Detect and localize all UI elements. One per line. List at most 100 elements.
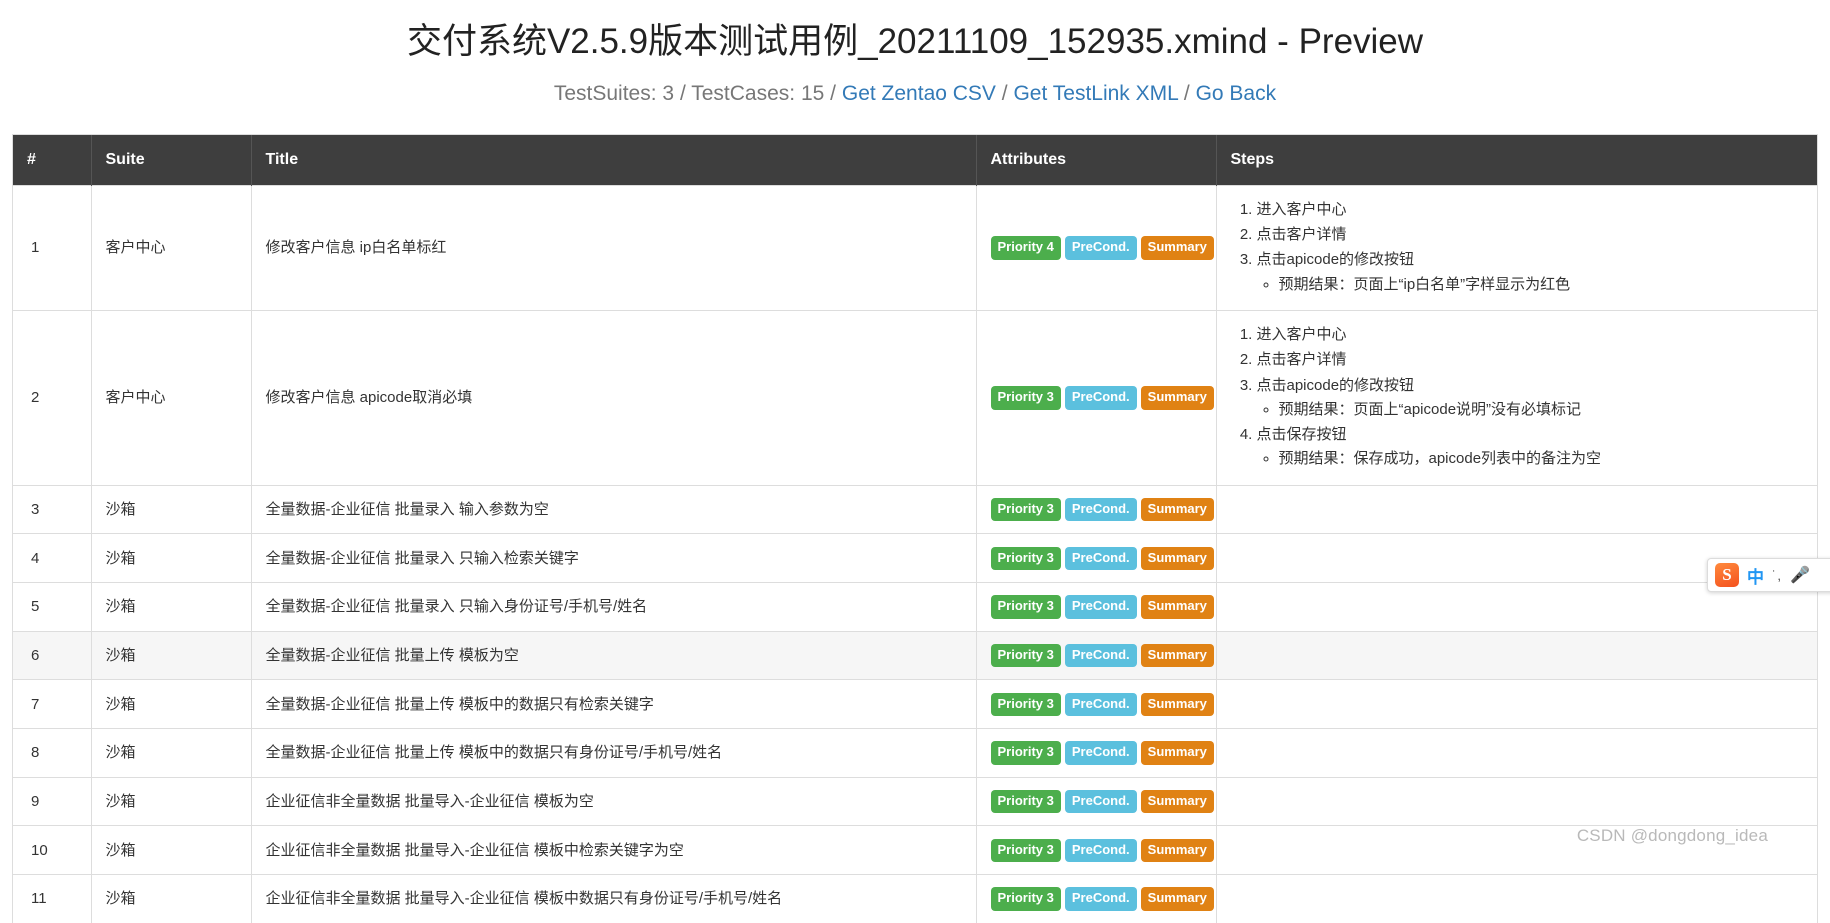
precondition-badge[interactable]: PreCond. [1064,790,1137,814]
get-zentao-csv-link[interactable]: Get Zentao CSV [842,82,996,105]
cell-attributes: Priority 3 PreCond. Summary [976,484,1218,534]
separator-4: / [1183,81,1190,105]
expected-result-item: 预期结果：保存成功，apicode列表中的备注为空 [1279,447,1804,471]
priority-badge[interactable]: Priority 3 [990,741,1061,765]
table-header-row: # Suite Title Attributes Steps [13,134,1817,186]
cell-suite: 客户中心 [91,184,252,311]
summary-badge[interactable]: Summary [1140,887,1214,911]
priority-badge[interactable]: Priority 4 [990,236,1061,260]
cell-title: 企业征信非全量数据 批量导入-企业征信 模板中数据只有身份证号/手机号/姓名 [251,874,977,923]
precondition-badge[interactable]: PreCond. [1064,498,1137,522]
step-text: 点击保存按钮 [1256,426,1347,444]
expected-result-item: 预期结果：页面上“ip白名单”字样显示为红色 [1279,273,1804,297]
cell-steps: 进入客户中心点击客户详情点击apicode的修改按钮预期结果：页面上“ip白名单… [1216,184,1817,311]
cell-attributes: Priority 3 PreCond. Summary [976,630,1217,680]
column-header-steps: Steps [1216,134,1817,186]
cell-index: 11 [13,874,92,923]
summary-badge[interactable]: Summary [1140,692,1214,717]
cell-index: 6 [13,630,92,680]
precondition-badge[interactable]: PreCond. [1064,595,1137,619]
column-header-suite: Suite [91,134,252,186]
priority-badge[interactable]: Priority 3 [990,386,1061,410]
microphone-icon[interactable]: 🎤 [1790,565,1810,585]
cell-index: 1 [13,184,92,311]
summary-badge[interactable]: Summary [1140,790,1214,814]
cell-title: 修改客户信息 apicode取消必填 [251,309,977,486]
badge-group: Priority 3 PreCond. Summary [990,595,1218,619]
cell-suite: 客户中心 [91,309,252,486]
get-testlink-xml-link[interactable]: Get TestLink XML [1013,82,1178,105]
cell-steps [1216,776,1817,826]
cell-suite: 沙箱 [91,484,252,534]
cell-title: 全量数据-企业征信 批量上传 模板中的数据只有检索关键字 [251,679,977,729]
cell-steps [1216,679,1817,729]
cell-suite: 沙箱 [91,728,252,778]
badge-group: Priority 3 PreCond. Summary [990,887,1218,911]
table-row: 6 沙箱 全量数据-企业征信 批量上传 模板为空 Priority 3 PreCond.… [13,630,1817,680]
cell-title: 全量数据-企业征信 批量上传 模板中的数据只有身份证号/手机号/姓名 [251,728,977,778]
priority-badge[interactable]: Priority 3 [990,546,1061,571]
expected-result-list: 预期结果：页面上“ip白名单”字样显示为红色 [1257,273,1804,297]
cell-attributes: Priority 3 PreCond. Summary [976,309,1217,486]
summary-badge[interactable]: Summary [1140,595,1214,619]
cell-attributes: Priority 3 PreCond. Summary [976,582,1218,632]
step-text: 进入客户中心 [1256,200,1347,218]
badge-group: Priority 3 PreCond. Summary [990,741,1218,765]
separator-2: / [830,81,837,105]
testcases-table-container: # Suite Title Attributes Steps 1 客户中心 修改客户… [12,133,1818,923]
badge-group: Priority 3 PreCond. Summary [990,838,1218,863]
page-title: 交付系统V2.5.9版本测试用例_20211109_152935.xmind -… [406,22,1424,61]
priority-badge[interactable]: Priority 3 [990,887,1061,911]
precondition-badge[interactable]: PreCond. [1064,644,1137,668]
summary-badge[interactable]: Summary [1140,838,1214,863]
badge-group: Priority 3 PreCond. Summary [990,546,1218,571]
step-item: 点击客户详情 [1257,348,1804,372]
precondition-badge[interactable]: PreCond. [1064,838,1137,863]
step-item: 点击apicode的修改按钮预期结果：页面上“ip白名单”字样显示为红色 [1257,248,1804,297]
priority-badge[interactable]: Priority 3 [990,790,1061,814]
precondition-badge[interactable]: PreCond. [1064,741,1137,765]
summary-badge[interactable]: Summary [1140,546,1214,571]
page-subtitle: TestSuites: 3 / TestCases: 15 / Get Zent… [0,82,1830,106]
table-body: 1 客户中心 修改客户信息 ip白名单标红 Priority 4 PreCond. Sum… [13,184,1817,923]
cell-attributes: Priority 4 PreCond. Summary [976,184,1217,311]
priority-badge[interactable]: Priority 3 [990,498,1061,522]
sogou-ime-toolbar[interactable]: S 中 ˙, 🎤 [1707,558,1830,592]
cell-title: 全量数据-企业征信 批量上传 模板为空 [251,630,977,680]
testsuites-count: TestSuites: 3 [553,81,675,105]
priority-badge[interactable]: Priority 3 [990,644,1061,668]
summary-badge[interactable]: Summary [1140,498,1214,522]
step-text: 进入客户中心 [1256,325,1347,343]
cell-attributes: Priority 3 PreCond. Summary [976,728,1218,778]
step-text: 点击客户详情 [1256,351,1347,369]
separator-1: / [679,81,686,105]
precondition-badge[interactable]: PreCond. [1064,692,1137,717]
priority-badge[interactable]: Priority 3 [990,692,1061,717]
summary-badge[interactable]: Summary [1140,644,1214,668]
ime-language-mode[interactable]: 中 [1747,563,1764,588]
step-text: 点击apicode的修改按钮 [1256,376,1415,394]
step-item: 点击保存按钮预期结果：保存成功，apicode列表中的备注为空 [1257,423,1804,472]
table-header: # Suite Title Attributes Steps [13,134,1817,186]
column-header-index: # [13,134,92,186]
summary-badge[interactable]: Summary [1140,236,1214,260]
precondition-badge[interactable]: PreCond. [1064,236,1137,260]
precondition-badge[interactable]: PreCond. [1064,887,1137,911]
badge-group: Priority 3 PreCond. Summary [990,498,1218,522]
summary-badge[interactable]: Summary [1140,386,1214,410]
summary-badge[interactable]: Summary [1140,741,1214,765]
cell-index: 9 [13,776,92,826]
badge-group: Priority 3 PreCond. Summary [990,790,1218,814]
precondition-badge[interactable]: PreCond. [1064,386,1137,410]
priority-badge[interactable]: Priority 3 [990,838,1061,863]
table-row: 4 沙箱 全量数据-企业征信 批量录入 只输入检索关键字 Priority 3 PreC… [13,533,1817,583]
cell-title: 全量数据-企业征信 批量录入 输入参数为空 [251,484,977,534]
priority-badge[interactable]: Priority 3 [990,595,1061,619]
go-back-link[interactable]: Go Back [1196,82,1277,105]
step-text: 点击apicode的修改按钮 [1256,251,1415,269]
cell-index: 10 [13,825,92,875]
sogou-logo-icon[interactable]: S [1715,563,1739,587]
precondition-badge[interactable]: PreCond. [1064,546,1137,571]
badge-group: Priority 3 PreCond. Summary [990,692,1218,717]
ime-punctuation-icon[interactable]: ˙, [1772,568,1782,583]
